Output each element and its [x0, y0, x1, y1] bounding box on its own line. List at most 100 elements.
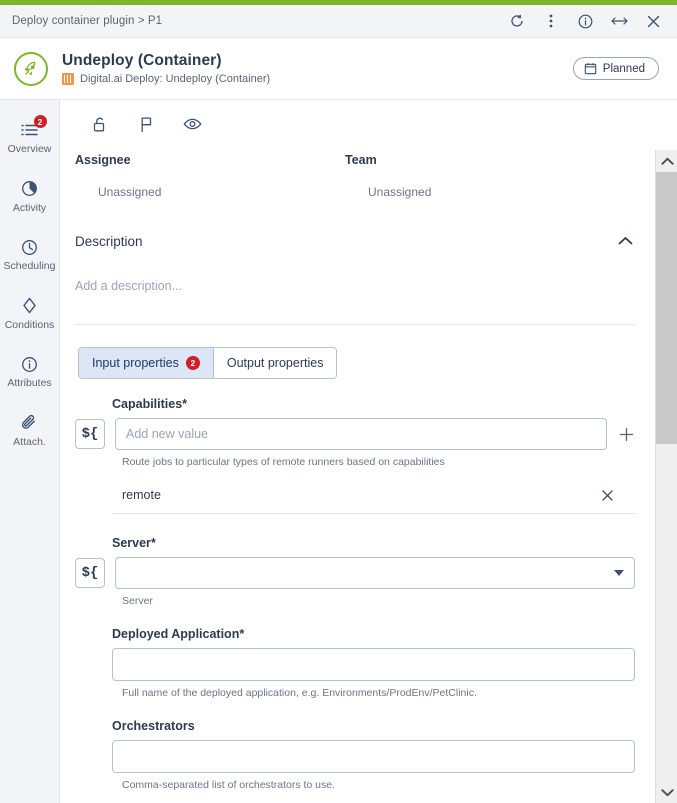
- sidebar-item-label-attachments: Attach.: [13, 435, 46, 448]
- tab-input-properties[interactable]: Input properties 2: [79, 348, 214, 378]
- pie-chart-icon: [19, 179, 41, 199]
- properties-form: Capabilities* ${ Add new value Route job…: [60, 379, 655, 791]
- required-marker: *: [150, 536, 156, 550]
- field-orchestrators-row: [112, 740, 635, 773]
- tab-input-properties-badge: 2: [185, 356, 200, 370]
- team-field: Team Unassigned: [345, 153, 431, 199]
- capability-chip-remote: remote: [112, 487, 635, 514]
- plugin-bars-icon: [62, 73, 74, 85]
- scrollbar-track[interactable]: [656, 172, 677, 781]
- chevron-up-icon[interactable]: [615, 231, 635, 251]
- scroll-up-button[interactable]: [656, 150, 677, 172]
- sidebar-item-label-activity: Activity: [12, 201, 47, 214]
- field-server-label-text: Server: [112, 536, 151, 550]
- description-header: Description: [60, 205, 655, 251]
- scrollbar-thumb[interactable]: [656, 172, 677, 444]
- assignment-row: Assignee Unassigned Team Unassigned: [60, 146, 655, 205]
- sidebar-item-activity[interactable]: Activity: [0, 165, 59, 224]
- sidebar: 2 Overview Activity Scheduling Condition…: [0, 100, 60, 803]
- sidebar-item-conditions[interactable]: Conditions: [0, 282, 59, 341]
- more-options-button[interactable]: [541, 11, 561, 31]
- info-button[interactable]: [575, 11, 595, 31]
- diamond-icon: [19, 296, 41, 316]
- plus-icon[interactable]: [617, 425, 635, 443]
- breadcrumb[interactable]: Deploy container plugin > P1: [12, 15, 162, 27]
- flag-icon[interactable]: [136, 114, 156, 134]
- sidebar-item-label-conditions: Conditions: [4, 318, 55, 331]
- dialog-window: Deploy container plugin > P1 Undeploy (C…: [0, 0, 677, 803]
- field-capabilities-label: Capabilities*: [112, 397, 635, 411]
- section-divider: [75, 324, 635, 325]
- field-capabilities-hint: Route jobs to particular types of remote…: [122, 456, 445, 468]
- info-icon: [19, 354, 41, 374]
- rocket-icon: [14, 51, 48, 86]
- field-capabilities-row: ${ Add new value: [75, 418, 635, 450]
- refresh-button[interactable]: [507, 11, 527, 31]
- logo-wrap: [0, 51, 62, 86]
- field-deployed-application: Deployed Application* Full name of the d…: [60, 627, 655, 699]
- item-toolbar: [60, 100, 655, 146]
- field-orchestrators: Orchestrators Comma-separated list of or…: [60, 719, 655, 791]
- team-label: Team: [345, 153, 377, 167]
- status-badge-label: Planned: [602, 62, 645, 75]
- properties-tabs: Input properties 2 Output properties: [78, 347, 338, 379]
- close-icon[interactable]: [599, 487, 615, 503]
- deployed-application-input[interactable]: [112, 648, 635, 681]
- field-deployed-application-hint: Full name of the deployed application, e…: [122, 687, 477, 699]
- field-deployed-application-label-text: Deployed Application: [112, 627, 240, 641]
- description-input[interactable]: Add a description...: [60, 251, 655, 293]
- field-orchestrators-label: Orchestrators: [112, 719, 635, 733]
- subtitle-row: Digital.ai Deploy: Undeploy (Container): [62, 73, 270, 85]
- window-actions: [507, 11, 677, 31]
- status-badge[interactable]: Planned: [572, 57, 659, 80]
- assignee-value[interactable]: Unassigned: [75, 185, 345, 199]
- expression-toggle-capabilities[interactable]: ${: [75, 419, 105, 449]
- capabilities-input[interactable]: Add new value: [115, 418, 607, 450]
- sidebar-item-attributes[interactable]: Attributes: [0, 340, 59, 399]
- assignee-field: Assignee Unassigned: [60, 153, 345, 199]
- expression-toggle-server[interactable]: ${: [75, 558, 105, 588]
- tab-output-properties-label: Output properties: [226, 356, 324, 370]
- field-capabilities: Capabilities* ${ Add new value Route job…: [60, 397, 655, 514]
- close-button[interactable]: [643, 11, 663, 31]
- calendar-icon: [584, 63, 597, 75]
- sidebar-item-scheduling[interactable]: Scheduling: [0, 223, 59, 282]
- eye-icon[interactable]: [182, 114, 202, 134]
- paperclip-icon: [19, 413, 41, 433]
- tab-input-properties-label: Input properties: [92, 356, 179, 370]
- sidebar-item-label-overview: Overview: [7, 143, 52, 155]
- chevron-down-icon[interactable]: [614, 570, 624, 576]
- field-server-hint: Server: [122, 595, 153, 607]
- scroll-down-button[interactable]: [656, 781, 677, 803]
- sidebar-item-attachments[interactable]: Attach.: [0, 399, 59, 458]
- field-deployed-application-label: Deployed Application*: [112, 627, 635, 641]
- team-value[interactable]: Unassigned: [345, 185, 431, 199]
- field-capabilities-label-text: Capabilities: [112, 397, 183, 411]
- capabilities-input-placeholder: Add new value: [126, 427, 209, 441]
- description-title: Description: [75, 233, 143, 249]
- vertical-scrollbar[interactable]: [655, 150, 677, 803]
- page-subtitle: Digital.ai Deploy: Undeploy (Container): [80, 73, 271, 85]
- field-orchestrators-label-text: Orchestrators: [112, 719, 195, 733]
- field-server: Server* ${ Server: [60, 536, 655, 607]
- header-texts: Undeploy (Container) Digital.ai Deploy: …: [62, 52, 270, 85]
- sidebar-badge-overview: 2: [33, 115, 47, 128]
- sidebar-item-overview[interactable]: 2 Overview: [0, 112, 59, 165]
- resize-button[interactable]: [609, 11, 629, 31]
- required-marker: *: [182, 397, 188, 411]
- main-content: Assignee Unassigned Team Unassigned Desc…: [60, 100, 655, 803]
- page-title: Undeploy (Container): [62, 52, 222, 69]
- tab-output-properties[interactable]: Output properties: [213, 348, 337, 378]
- clock-icon: [19, 237, 41, 257]
- unlock-icon[interactable]: [90, 114, 110, 134]
- list-icon: 2: [19, 115, 47, 140]
- sidebar-item-label-scheduling: Scheduling: [3, 260, 56, 272]
- assignee-label: Assignee: [75, 153, 131, 167]
- field-server-row: ${: [75, 557, 635, 589]
- server-select[interactable]: [115, 557, 635, 589]
- required-marker: *: [239, 627, 245, 641]
- field-server-label: Server*: [112, 536, 635, 550]
- orchestrators-input[interactable]: [112, 740, 635, 773]
- window-chrome: Deploy container plugin > P1: [0, 5, 677, 38]
- task-header: Undeploy (Container) Digital.ai Deploy: …: [0, 38, 677, 100]
